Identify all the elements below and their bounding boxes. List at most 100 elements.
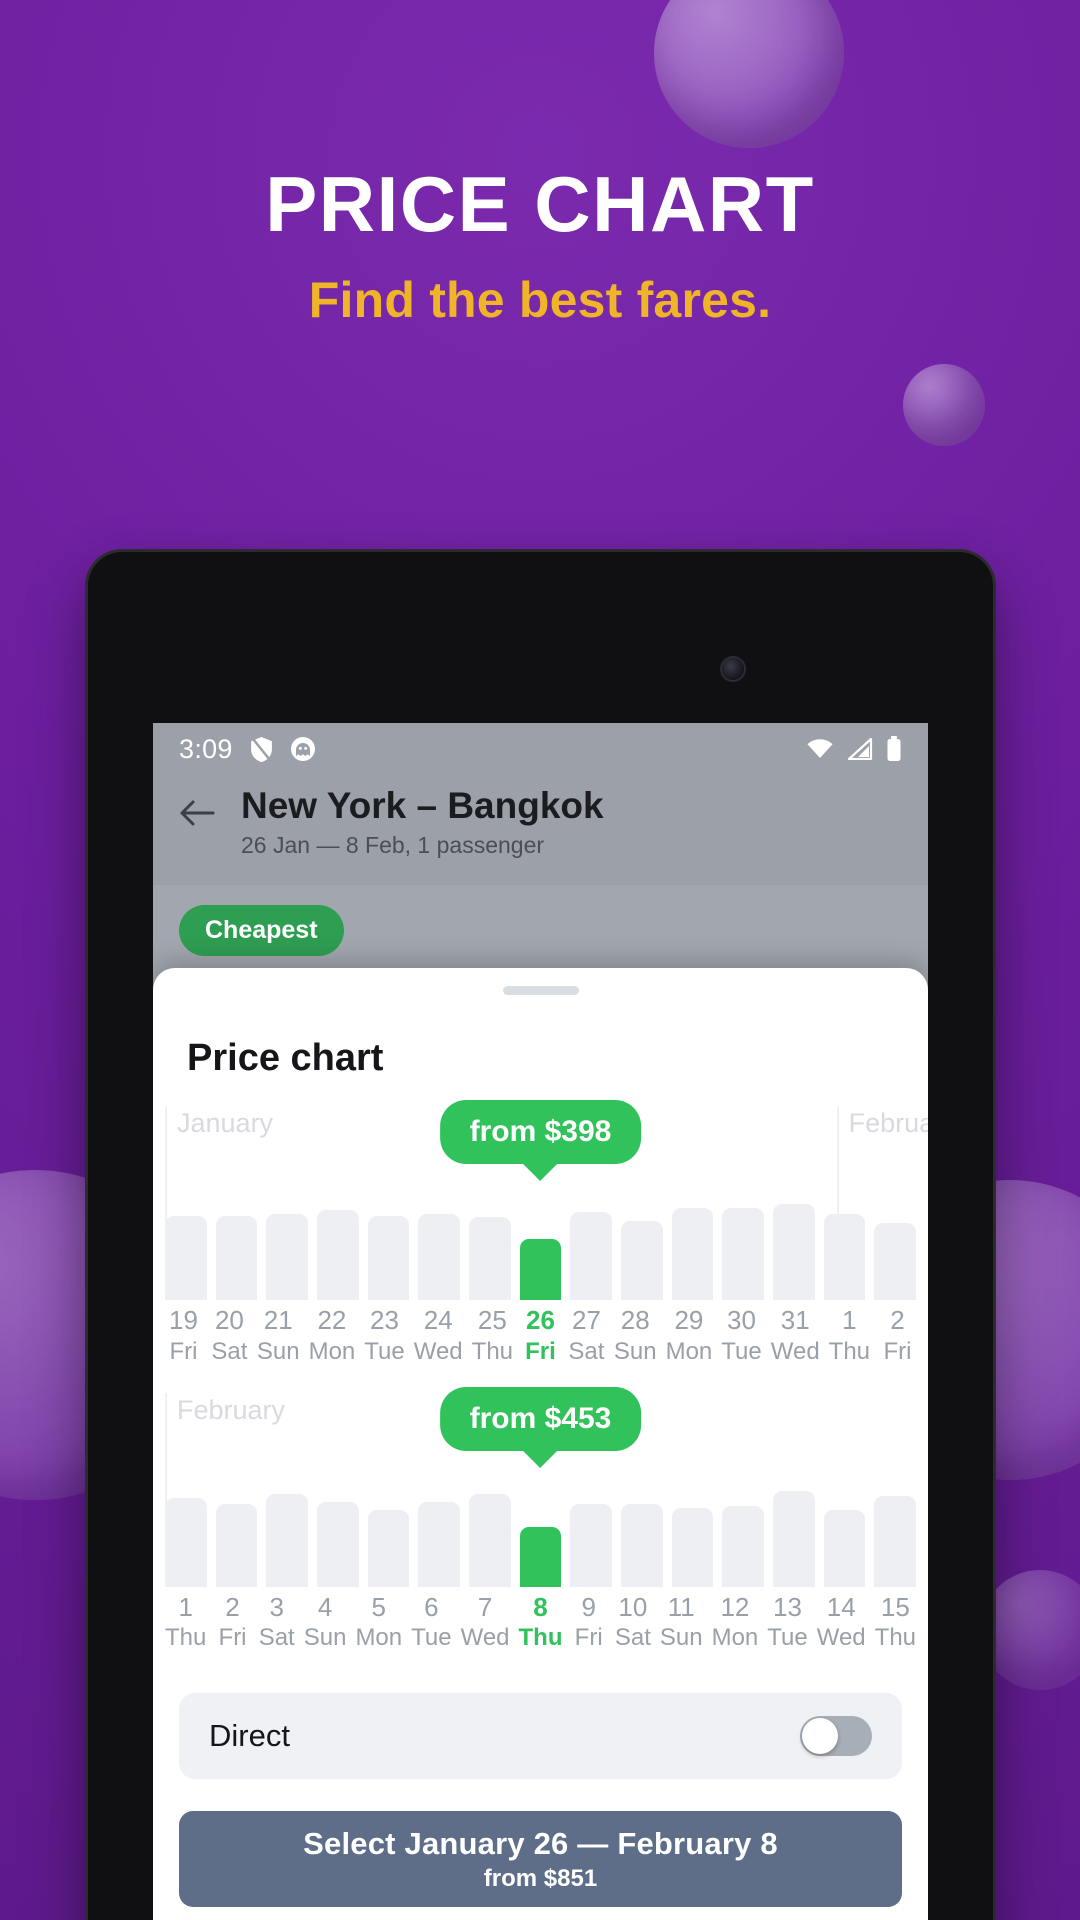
ghost-app-icon	[290, 736, 316, 762]
promo-title: PRICE CHART	[265, 160, 815, 248]
select-dates-button[interactable]: Select January 26 — February 8 from $851	[179, 1811, 902, 1907]
month-label: January	[177, 1108, 274, 1138]
decorative-bubble	[654, 0, 844, 148]
price-bar[interactable]	[266, 1213, 309, 1300]
day-label-cell[interactable]: 9 Fri	[572, 1591, 606, 1654]
day-label-cell[interactable]: 24 Wed	[414, 1304, 463, 1367]
price-bar-selected[interactable]	[519, 1526, 562, 1587]
day-label-cell[interactable]: 6 Tue	[411, 1591, 451, 1654]
chart-day-labels: 1 Thu 2 Fri 3 Sat 4 Sun 5 Mon 6 Tue 7 Wed 8 Thu 9 Fri 10 Sa…	[153, 1587, 928, 1654]
day-weekday: Tue	[411, 1624, 452, 1651]
price-bar[interactable]	[165, 1215, 207, 1300]
day-weekday: Wed	[460, 1624, 510, 1651]
day-label-cell[interactable]: 4 Sun	[304, 1591, 347, 1654]
select-dates-label: Select January 26 — February 8	[303, 1825, 778, 1861]
price-bar[interactable]	[266, 1494, 309, 1587]
price-bar[interactable]	[722, 1207, 765, 1300]
day-weekday: Fri	[169, 1337, 198, 1365]
price-bar[interactable]	[469, 1217, 511, 1300]
day-label-cell[interactable]: 7 Wed	[461, 1591, 510, 1654]
day-number: 12	[720, 1591, 750, 1622]
price-bar[interactable]	[874, 1496, 917, 1587]
day-label-cell[interactable]: 2 Fri	[215, 1591, 249, 1654]
day-label-cell[interactable]: 10 Sat	[615, 1591, 651, 1654]
day-number: 31	[780, 1305, 810, 1335]
chip-cheapest[interactable]: Cheapest	[179, 905, 344, 957]
direct-filter-row[interactable]: Direct	[179, 1693, 902, 1779]
price-bar[interactable]	[570, 1503, 613, 1587]
price-bar[interactable]	[215, 1503, 258, 1587]
price-bar-selected[interactable]	[519, 1238, 562, 1300]
price-bar[interactable]	[874, 1223, 917, 1300]
day-number: 27	[571, 1305, 601, 1335]
select-dates-price: from $851	[483, 1864, 598, 1892]
day-number: 25	[477, 1305, 507, 1335]
day-label-cell[interactable]: 3 Sat	[259, 1591, 295, 1654]
phone-bezel	[88, 552, 993, 718]
day-number: 5	[371, 1591, 387, 1622]
price-tooltip: from $398	[439, 1100, 642, 1164]
day-label-cell[interactable]: 5 Mon	[355, 1591, 402, 1654]
price-bar[interactable]	[418, 1213, 461, 1300]
day-number: 30	[727, 1305, 756, 1335]
chart-bars	[153, 1490, 928, 1587]
price-bar[interactable]	[418, 1502, 461, 1587]
day-label-cell[interactable]: 8 Thu	[519, 1591, 563, 1654]
price-bar[interactable]	[823, 1213, 866, 1300]
day-label-cell[interactable]: 15 Thu	[875, 1591, 916, 1654]
day-label-cell[interactable]: 1 Thu	[165, 1591, 206, 1654]
price-bar[interactable]	[215, 1215, 258, 1300]
day-label-cell[interactable]: 28 Sun	[614, 1304, 657, 1367]
outbound-price-chart: JanuaryFebruaryfrom $39819Fri20Sat21Sun2…	[153, 1100, 928, 1367]
direct-toggle-switch[interactable]	[800, 1716, 872, 1756]
price-bar[interactable]	[773, 1204, 815, 1300]
price-bar[interactable]	[367, 1509, 410, 1587]
back-arrow-icon[interactable]	[179, 799, 215, 832]
day-label-cell[interactable]: 22 Mon	[309, 1304, 356, 1367]
day-label-cell[interactable]: 12 Mon	[712, 1591, 759, 1654]
price-bar[interactable]	[165, 1498, 207, 1587]
day-label-cell[interactable]: 30 Tue	[721, 1304, 761, 1367]
day-label-cell[interactable]: 25 Thu	[472, 1304, 513, 1367]
direct-label: Direct	[209, 1718, 290, 1753]
price-bar[interactable]	[773, 1490, 815, 1587]
day-label-cell[interactable]: 23 Tue	[364, 1304, 404, 1367]
day-weekday: Mon	[665, 1337, 713, 1365]
price-bar[interactable]	[469, 1494, 511, 1587]
price-bar[interactable]	[722, 1505, 765, 1587]
price-bar[interactable]	[671, 1207, 714, 1300]
sheet-drag-handle[interactable]	[502, 986, 579, 995]
status-bar-left: 3:09	[179, 734, 316, 765]
day-weekday: Thu	[828, 1337, 871, 1365]
day-label-cell[interactable]: 1 Thu	[829, 1304, 870, 1367]
day-label-cell[interactable]: 27 Sat	[568, 1304, 605, 1367]
price-bar[interactable]	[823, 1509, 866, 1587]
price-bar[interactable]	[671, 1507, 714, 1587]
promo-subtitle: Find the best fares.	[308, 271, 772, 328]
day-number: 24	[423, 1305, 453, 1335]
shield-icon	[249, 736, 274, 763]
price-bar[interactable]	[621, 1503, 663, 1587]
price-bar[interactable]	[317, 1209, 359, 1300]
day-label-cell[interactable]: 13 Tue	[767, 1591, 807, 1654]
day-label-cell[interactable]: 31 Wed	[771, 1304, 820, 1367]
day-weekday: Mon	[711, 1624, 759, 1651]
price-bar[interactable]	[570, 1211, 613, 1300]
day-label-cell[interactable]: 2 Fri	[879, 1304, 916, 1367]
price-bar[interactable]	[367, 1215, 410, 1300]
day-weekday: Sat	[211, 1337, 248, 1365]
day-label-cell[interactable]: 26 Fri	[522, 1304, 559, 1367]
day-number: 2	[225, 1591, 240, 1622]
day-number: 3	[269, 1591, 284, 1622]
day-number: 9	[581, 1591, 596, 1622]
day-label-cell[interactable]: 14 Wed	[817, 1591, 866, 1654]
day-label-cell[interactable]: 21 Sun	[257, 1304, 300, 1367]
price-bar[interactable]	[317, 1502, 359, 1587]
day-label-cell[interactable]: 29 Mon	[666, 1304, 713, 1367]
day-label-cell[interactable]: 19 Fri	[165, 1304, 202, 1367]
day-number: 8	[533, 1591, 548, 1622]
price-bar[interactable]	[621, 1221, 663, 1300]
day-label-cell[interactable]: 11 Sun	[660, 1591, 703, 1654]
day-label-cell[interactable]: 20 Sat	[211, 1304, 248, 1367]
day-weekday: Wed	[413, 1337, 463, 1365]
